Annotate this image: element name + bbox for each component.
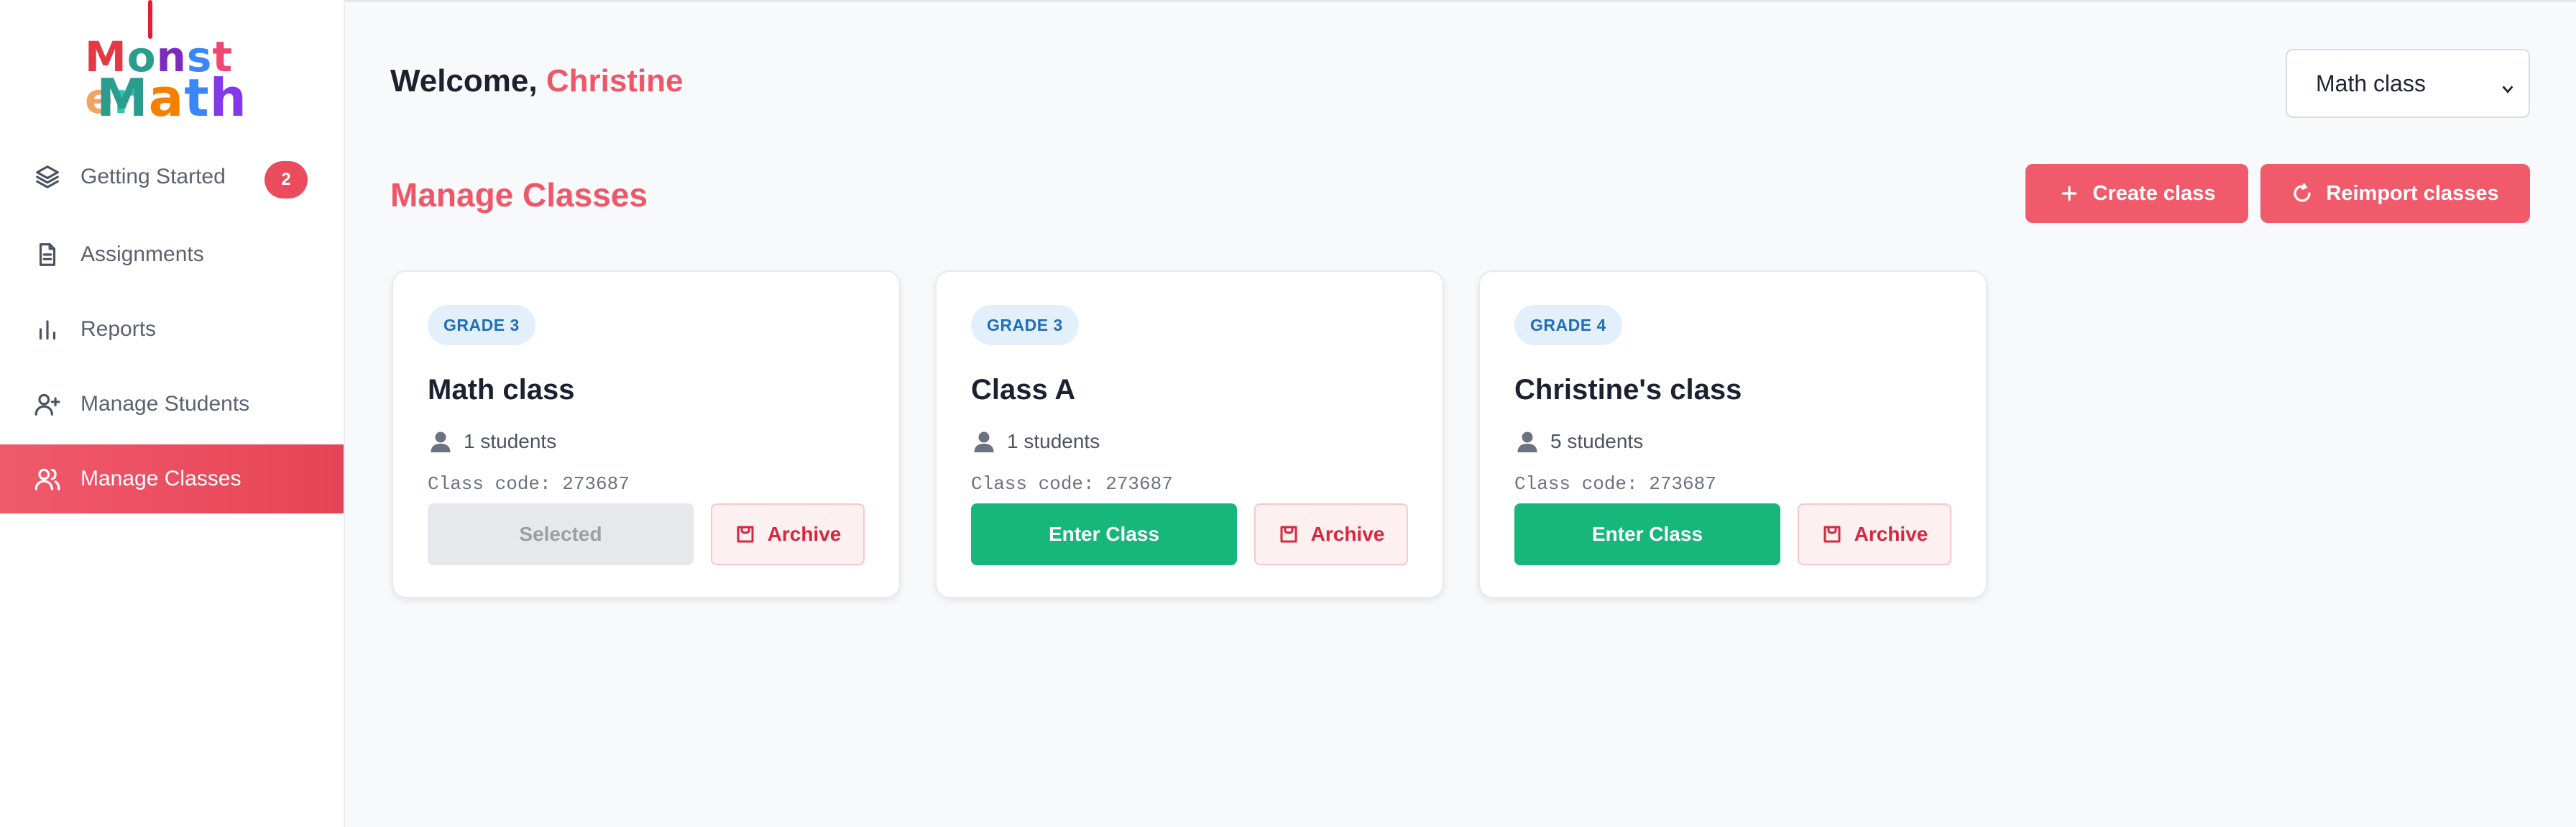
archive-button[interactable]: Archive (1798, 503, 1951, 565)
archive-button[interactable]: Archive (711, 503, 865, 565)
person-icon (1514, 429, 1540, 454)
student-count: 1 students (971, 429, 1100, 454)
person-icon (971, 429, 997, 454)
user-name: Christine (546, 63, 684, 99)
class-code: Class code: 273687 (1514, 473, 1716, 495)
student-count-text: 5 students (1550, 430, 1644, 452)
reimport-classes-label: Reimport classes (2326, 181, 2499, 205)
class-code: Class code: 273687 (971, 473, 1173, 495)
selected-button[interactable]: Selected (428, 503, 694, 565)
welcome-heading: Welcome, Christine (390, 63, 684, 99)
student-count: 1 students (428, 429, 556, 454)
create-class-label: Create class (2092, 181, 2216, 205)
archive-button[interactable]: Archive (1254, 503, 1408, 565)
sidebar-item-getting-started[interactable]: Getting Started 2 (0, 142, 344, 211)
refresh-icon (2294, 183, 2312, 202)
page-title: Manage Classes (390, 176, 648, 214)
grade-badge: GRADE 3 (971, 305, 1079, 345)
class-select[interactable]: Math class (2286, 49, 2530, 118)
users-icon (33, 465, 62, 493)
sidebar: Monster Math Getting Started 2 Assignmen… (0, 0, 345, 827)
student-count-text: 1 students (464, 430, 557, 452)
user-plus-icon (33, 390, 62, 419)
class-code: Class code: 273687 (428, 473, 630, 495)
sidebar-item-label: Getting Started (80, 165, 226, 188)
archive-label: Archive (1854, 523, 1928, 545)
sidebar-item-label: Assignments (80, 242, 204, 266)
class-name: Math class (428, 374, 575, 406)
sidebar-item-manage-students[interactable]: Manage Students (0, 370, 344, 439)
plus-icon (2061, 186, 2076, 201)
archive-label: Archive (1310, 523, 1385, 545)
grade-badge: GRADE 3 (428, 305, 535, 345)
class-card: GRADE 3 Math class 1 students Class code… (392, 270, 901, 598)
reimport-classes-button[interactable]: Reimport classes (2260, 164, 2530, 223)
enter-class-button[interactable]: Enter Class (1514, 503, 1780, 565)
archive-label: Archive (767, 523, 842, 545)
class-select-value: Math class (2316, 70, 2426, 96)
class-card: GRADE 3 Class A 1 students Class code: 2… (935, 270, 1444, 598)
class-card: GRADE 4 Christine's class 5 students Cla… (1478, 270, 1987, 598)
sidebar-item-assignments[interactable]: Assignments (0, 220, 344, 289)
enter-class-button[interactable]: Enter Class (971, 503, 1237, 565)
class-name: Christine's class (1514, 374, 1742, 406)
sidebar-item-manage-classes[interactable]: Manage Classes (0, 444, 344, 513)
logo-word-bottom: Math (96, 68, 247, 128)
monster-math-logo[interactable]: Monster Math (85, 0, 257, 128)
sidebar-item-label: Manage Classes (80, 467, 242, 490)
student-count: 5 students (1514, 429, 1643, 454)
welcome-prefix: Welcome, (390, 63, 546, 99)
notification-badge: 2 (264, 161, 308, 198)
create-class-button[interactable]: Create class (2025, 164, 2248, 223)
sidebar-item-label: Manage Students (80, 392, 250, 416)
bar-chart-icon (33, 315, 62, 344)
layers-icon (33, 163, 62, 191)
grade-badge: GRADE 4 (1514, 305, 1622, 345)
archive-icon (737, 526, 754, 543)
class-name: Class A (971, 374, 1076, 406)
document-icon (33, 240, 62, 269)
person-icon (428, 429, 454, 454)
archive-icon (1823, 526, 1841, 543)
student-count-text: 1 students (1007, 430, 1100, 452)
archive-icon (1280, 526, 1297, 543)
sidebar-item-reports[interactable]: Reports (0, 295, 344, 364)
chevron-down-icon (2500, 76, 2516, 93)
top-border (0, 0, 2576, 2)
sidebar-item-label: Reports (80, 317, 157, 341)
